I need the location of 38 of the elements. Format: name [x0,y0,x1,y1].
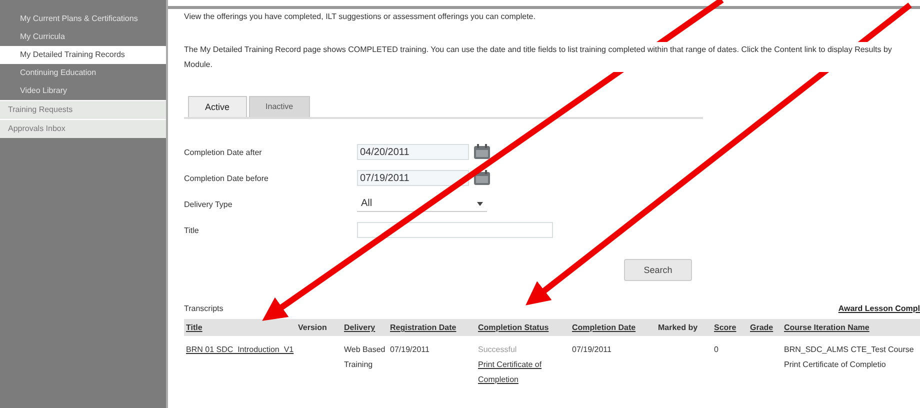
date-field[interactable]: 07/19/2011 [357,170,469,186]
field-label: Title [184,226,200,234]
field-label: Delivery Type [184,200,234,208]
table-cell: 07/19/2011 [570,336,656,393]
tab[interactable]: Active [188,96,247,117]
field-label: Completion Date after [184,148,263,156]
calendar-icon[interactable] [473,144,491,160]
column-header[interactable]: Registration Date [388,319,476,336]
column-header[interactable]: Grade [748,319,782,336]
intro-text: View the offerings you have completed, ILT suggestions or assessment offerings you can complete. [184,12,536,21]
iteration-name: BRN_SDC_ALMS CTE_Test Course [784,344,915,356]
certificate-link[interactable]: Print Certificate of Completio [784,357,919,372]
table-cell: 0 [712,336,748,393]
column-header[interactable]: Delivery [342,319,388,336]
calendar-icon[interactable] [473,170,491,186]
title-field[interactable] [357,222,553,238]
section-title: Transcripts [184,304,224,312]
column-header[interactable]: Course Iteration Name [782,319,920,336]
field-label: Completion Date before [184,174,270,182]
search-button[interactable]: Search [624,259,692,281]
column-header[interactable]: Completion Status [476,319,570,336]
status-text: Successful [478,344,518,356]
date-field[interactable]: 04/20/2011 [357,144,469,160]
tab[interactable]: Inactive [248,96,310,117]
column-header[interactable]: Title [184,319,296,336]
column-header[interactable]: Version [296,319,342,336]
column-header[interactable]: Score [712,319,748,336]
award-link[interactable]: Award Lesson Compl [838,304,920,312]
delivery-type-dropdown[interactable]: All [357,196,487,212]
sidebar-item[interactable]: Approvals Inbox [0,119,166,138]
sidebar-item[interactable]: My Detailed Training Records [0,46,166,64]
column-header[interactable]: Marked by [656,319,712,336]
sidebar-item[interactable]: Training Requests [0,100,166,119]
table-cell: Web Based Training [342,336,388,393]
column-header[interactable]: Completion Date [570,319,656,336]
certificate-link[interactable]: Print Certificate of Completion [478,357,568,387]
course-title-link[interactable]: BRN 01 SDC_Introduction_V1 [186,345,294,354]
table-cell: 07/19/2011 [388,336,476,393]
